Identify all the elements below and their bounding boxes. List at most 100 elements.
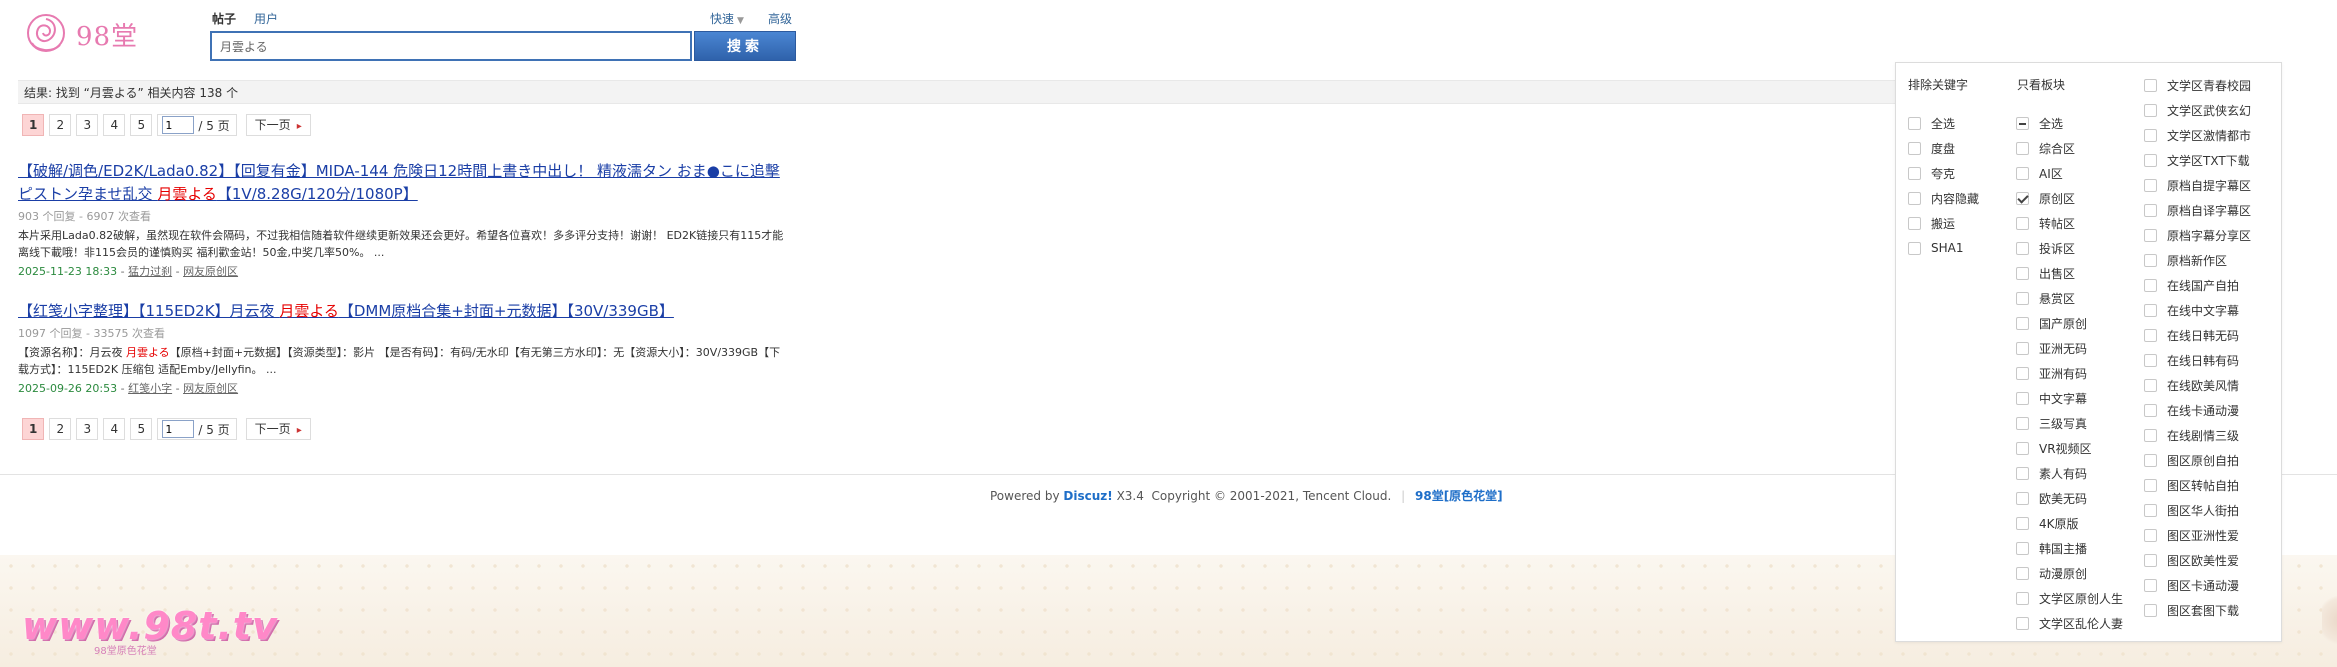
checkbox[interactable] <box>2016 416 2029 430</box>
filter-checkbox-row[interactable]: 国产原创 <box>2016 315 2087 331</box>
footer-discuz-link[interactable]: Discuz! <box>1063 489 1112 503</box>
filter-checkbox-row[interactable]: 在线国产自拍 <box>2144 277 2239 293</box>
filter-checkbox-row[interactable]: 文学区TXT下载 <box>2144 152 2250 168</box>
filter-checkbox-row[interactable]: 亚洲无码 <box>2016 340 2087 356</box>
page-button-2[interactable]: 2 <box>49 114 72 136</box>
next-page-button[interactable]: 下一页 ▸ <box>245 418 311 440</box>
checkbox[interactable] <box>1908 191 1921 205</box>
checkbox[interactable] <box>2016 141 2029 155</box>
checkbox[interactable] <box>2016 541 2029 555</box>
filter-checkbox-row[interactable]: 图区卡通动漫 <box>2144 577 2239 593</box>
checkbox[interactable] <box>2016 491 2029 505</box>
checkbox[interactable] <box>2016 591 2029 605</box>
filter-checkbox-row[interactable]: 在线日韩无码 <box>2144 327 2239 343</box>
filter-checkbox-row[interactable]: 在线日韩有码 <box>2144 352 2239 368</box>
filter-checkbox-row[interactable]: 文学区激情都市 <box>2144 127 2251 143</box>
filter-checkbox-row[interactable]: 投诉区 <box>2016 240 2075 256</box>
result-forum-link[interactable]: 网友原创区 <box>183 265 238 278</box>
filter-checkbox-row[interactable]: 悬赏区 <box>2016 290 2075 306</box>
checkbox[interactable] <box>2144 328 2157 342</box>
page-button-5[interactable]: 5 <box>130 418 153 440</box>
checkbox[interactable] <box>2144 578 2157 592</box>
checkbox[interactable] <box>2144 278 2157 292</box>
result-author-link[interactable]: 猛力过刹 <box>128 265 172 278</box>
page-button-4[interactable]: 4 <box>103 418 126 440</box>
checkbox[interactable] <box>2144 78 2157 92</box>
filter-checkbox-row[interactable]: 文学区青春校园 <box>2144 77 2251 93</box>
filter-checkbox-row[interactable]: 在线中文字幕 <box>2144 302 2239 318</box>
checkbox[interactable] <box>2144 503 2157 517</box>
checkbox[interactable] <box>2144 153 2157 167</box>
filter-checkbox-row[interactable]: 在线卡通动漫 <box>2144 402 2239 418</box>
site-logo[interactable]: 98堂 <box>22 10 182 58</box>
filter-checkbox-row[interactable]: 图区原创自拍 <box>2144 452 2239 468</box>
page-button-2[interactable]: 2 <box>49 418 72 440</box>
filter-checkbox-row[interactable]: 动漫原创 <box>2016 565 2087 581</box>
filter-checkbox-row[interactable]: 韩国主播 <box>2016 540 2087 556</box>
advanced-search-link[interactable]: 高级 <box>768 10 792 27</box>
checkbox[interactable] <box>2144 378 2157 392</box>
tab-users[interactable]: 用户 <box>254 10 278 27</box>
filter-checkbox-row[interactable]: 原档字幕分享区 <box>2144 227 2251 243</box>
checkbox[interactable] <box>2016 466 2029 480</box>
filter-checkbox-row[interactable]: 三级写真 <box>2016 415 2087 431</box>
next-page-button[interactable]: 下一页 ▸ <box>245 114 311 136</box>
page-button-5[interactable]: 5 <box>130 114 153 136</box>
filter-checkbox-row[interactable]: 内容隐藏 <box>1908 190 1979 206</box>
checkbox[interactable] <box>2144 603 2157 617</box>
filter-checkbox-row[interactable]: 图区欧美性爱 <box>2144 552 2239 568</box>
filter-checkbox-row[interactable]: 夸克 <box>1908 165 1955 181</box>
quick-search-dropdown[interactable]: 快速 ▼ <box>710 10 744 27</box>
checkbox[interactable] <box>2016 516 2029 530</box>
checkbox[interactable] <box>2144 253 2157 267</box>
filter-checkbox-row[interactable]: 原档自提字幕区 <box>2144 177 2251 193</box>
page-button-1[interactable]: 1 <box>22 418 45 440</box>
filter-checkbox-row[interactable]: 全选 <box>1908 115 1955 131</box>
page-jump-input[interactable] <box>162 420 195 438</box>
search-input[interactable] <box>212 33 690 59</box>
filter-checkbox-row[interactable]: 搬运 <box>1908 215 1955 231</box>
checkbox[interactable] <box>2016 366 2029 380</box>
checkbox[interactable] <box>2144 428 2157 442</box>
checkbox[interactable] <box>2016 241 2029 255</box>
tab-posts[interactable]: 帖子 <box>212 10 236 27</box>
checkbox[interactable] <box>2144 528 2157 542</box>
filter-checkbox-row[interactable]: 4K原版 <box>2016 515 2079 531</box>
checkbox[interactable] <box>2144 178 2157 192</box>
filter-checkbox-row[interactable]: 中文字幕 <box>2016 390 2087 406</box>
checkbox[interactable] <box>2144 203 2157 217</box>
filter-checkbox-row[interactable]: 转帖区 <box>2016 215 2075 231</box>
checkbox[interactable] <box>2016 616 2029 630</box>
filter-checkbox-row[interactable]: 原档自译字幕区 <box>2144 202 2251 218</box>
checkbox[interactable] <box>1908 141 1921 155</box>
filter-checkbox-row[interactable]: 图区套图下载 <box>2144 602 2239 618</box>
checkbox[interactable] <box>2016 316 2029 330</box>
result-author-link[interactable]: 红笺小字 <box>128 382 172 395</box>
filter-checkbox-row[interactable]: 文学区原创人生 <box>2016 590 2123 606</box>
checkbox[interactable] <box>2144 303 2157 317</box>
filter-checkbox-row[interactable]: 在线剧情三级 <box>2144 427 2239 443</box>
filter-checkbox-row[interactable]: VR视频区 <box>2016 440 2092 456</box>
checkbox[interactable] <box>2144 453 2157 467</box>
checkbox[interactable] <box>2016 291 2029 305</box>
checkbox[interactable] <box>1908 116 1921 130</box>
result-forum-link[interactable]: 网友原创区 <box>183 382 238 395</box>
page-jump-input[interactable] <box>162 116 195 134</box>
checkbox[interactable] <box>2144 103 2157 117</box>
checkbox[interactable] <box>2016 391 2029 405</box>
filter-checkbox-row[interactable]: 文学区武侠玄幻 <box>2144 102 2251 118</box>
search-button[interactable]: 搜索 <box>694 31 796 61</box>
checkbox[interactable] <box>2144 403 2157 417</box>
footer-site-link[interactable]: 98堂[原色花堂] <box>1415 489 1503 503</box>
filter-checkbox-row[interactable]: 图区转帖自拍 <box>2144 477 2239 493</box>
filter-checkbox-row[interactable]: SHA1 <box>1908 240 1963 256</box>
filter-checkbox-row[interactable]: 原创区 <box>2016 190 2075 206</box>
checkbox[interactable] <box>2016 266 2029 280</box>
page-button-4[interactable]: 4 <box>103 114 126 136</box>
checkbox[interactable] <box>2144 353 2157 367</box>
filter-checkbox-row[interactable]: 欧美无码 <box>2016 490 2087 506</box>
filter-checkbox-row[interactable]: 原档新作区 <box>2144 252 2227 268</box>
checkbox[interactable] <box>2016 116 2029 130</box>
checkbox[interactable] <box>2144 553 2157 567</box>
filter-checkbox-row[interactable]: 出售区 <box>2016 265 2075 281</box>
